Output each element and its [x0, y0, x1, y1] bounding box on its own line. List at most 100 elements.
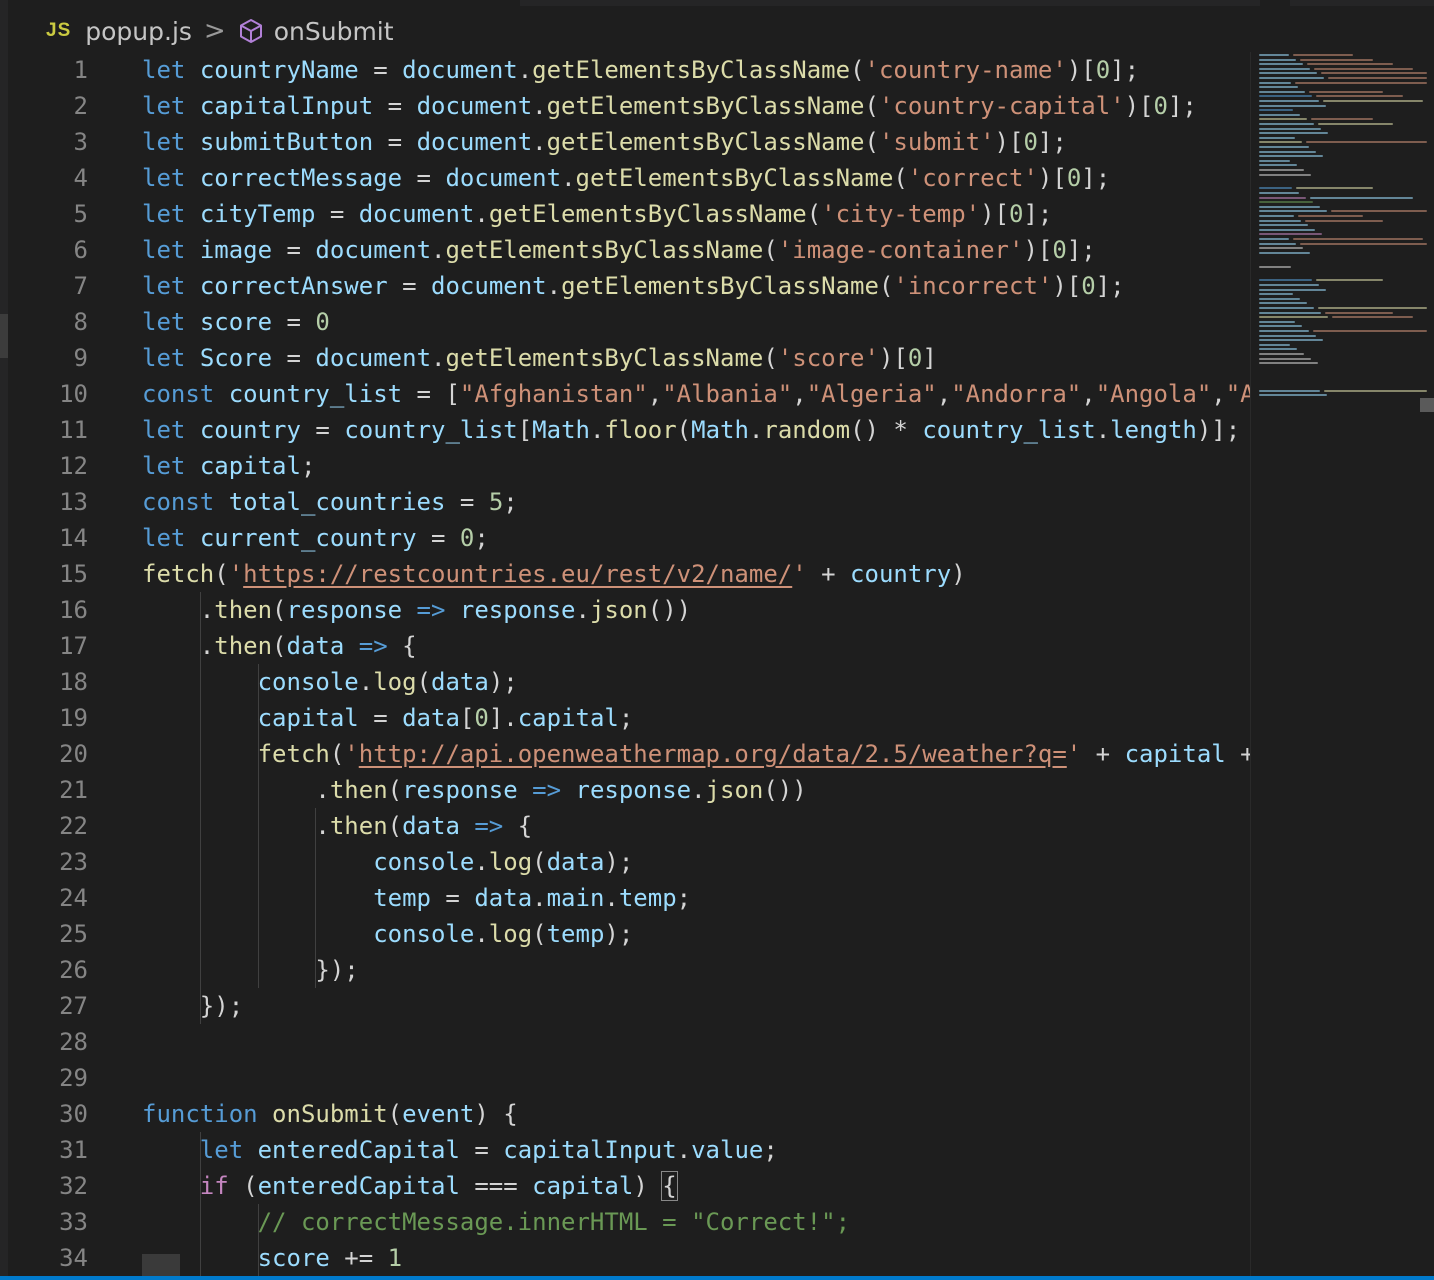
code-token: (: [532, 920, 547, 948]
code-line[interactable]: 20 fetch('http://api.openweathermap.org/…: [0, 736, 1250, 772]
code-line[interactable]: 14 let current_country = 0;: [0, 520, 1250, 556]
code-line[interactable]: 4 let correctMessage = document.getElemen…: [0, 160, 1250, 196]
code-line[interactable]: 1 let countryName = document.getElementsB…: [0, 52, 1250, 88]
minimap[interactable]: [1250, 52, 1434, 1280]
minimap-line: [1259, 288, 1326, 291]
code-token: data: [546, 848, 605, 876]
minimap-line: [1259, 210, 1327, 213]
code-text: score += 1: [142, 1240, 403, 1276]
code-text: const country_list = ["Afghanistan","Alb…: [142, 376, 1250, 412]
code-line[interactable]: 31 let enteredCapital = capitalInput.val…: [0, 1132, 1250, 1168]
javascript-file-icon: JS: [46, 20, 72, 41]
code-line[interactable]: 25 console.log(temp);: [0, 916, 1250, 952]
code-line[interactable]: 19 capital = data[0].capital;: [0, 700, 1250, 736]
indent-guide: [257, 1204, 259, 1276]
code-token: onSubmit: [272, 1100, 388, 1128]
code-line[interactable]: 9 let Score = document.getElementsByClass…: [0, 340, 1250, 376]
code-line[interactable]: 22 .then(data => {: [0, 808, 1250, 844]
code-line[interactable]: 10 const country_list = ["Afghanistan","A…: [0, 376, 1250, 412]
code-line[interactable]: 18 console.log(data);: [0, 664, 1250, 700]
code-line[interactable]: 21 .then(response => response.json()): [0, 772, 1250, 808]
code-token: data: [402, 812, 460, 840]
code-line[interactable]: 24 temp = data.main.temp;: [0, 880, 1250, 916]
code-line[interactable]: 16 .then(response => response.json()): [0, 592, 1250, 628]
code-line[interactable]: 2 let capitalInput = document.getElements…: [0, 88, 1250, 124]
code-token: )[: [994, 128, 1024, 156]
code-line[interactable]: 12 let capital;: [0, 448, 1250, 484]
code-token: correctMessage: [199, 164, 403, 192]
code-token: score: [257, 1244, 330, 1272]
code-line[interactable]: 11 let country = country_list[Math.floor(…: [0, 412, 1250, 448]
code-token: ;: [300, 452, 316, 480]
code-token: length: [1110, 416, 1197, 444]
code-line[interactable]: 33 // correctMessage.innerHTML = "Correc…: [0, 1204, 1250, 1240]
minimap-line: [1259, 132, 1328, 135]
code-token: 0: [1066, 164, 1082, 192]
code-token: Math: [691, 416, 749, 444]
code-token: temp: [546, 920, 605, 948]
code-token: let: [142, 236, 186, 264]
code-line[interactable]: 28: [0, 1024, 1250, 1060]
minimap-line: [1259, 54, 1289, 56]
code-line[interactable]: 8 let score = 0: [0, 304, 1250, 340]
code-token: =: [272, 308, 316, 336]
minimap-line: [1311, 118, 1373, 121]
minimap-line: [1316, 95, 1403, 98]
code-line[interactable]: 30 function onSubmit(event) {: [0, 1096, 1250, 1132]
code-line[interactable]: 23 console.log(data);: [0, 844, 1250, 880]
line-number: 20: [59, 740, 88, 768]
code-line[interactable]: 3 let submitButton = document.getElements…: [0, 124, 1250, 160]
code-token: =: [430, 884, 475, 912]
code-token: 0: [1081, 272, 1096, 300]
code-editor[interactable]: 1 let countryName = document.getElementsB…: [0, 52, 1250, 1280]
code-text: let current_country = 0;: [142, 520, 489, 556]
code-line[interactable]: 34 score += 1: [0, 1240, 1250, 1276]
code-token: console: [373, 920, 475, 948]
code-line[interactable]: 15 fetch('https://restcountries.eu/rest/v…: [0, 556, 1250, 592]
scrollbar-thumb[interactable]: [1420, 398, 1434, 412]
code-line[interactable]: 27 });: [0, 988, 1250, 1024]
code-token: ()): [647, 596, 692, 624]
code-text: });: [142, 988, 243, 1024]
code-token: .: [142, 776, 330, 804]
minimap-line: [1295, 81, 1427, 84]
code-token: .: [532, 128, 547, 156]
code-token: .: [142, 596, 215, 624]
code-line[interactable]: 6 let image = document.getElementsByClass…: [0, 232, 1250, 268]
code-token: if: [199, 1172, 229, 1200]
code-line[interactable]: 32 if (enteredCapital === capital) {: [0, 1168, 1250, 1204]
code-token: getElementsByClassName: [532, 56, 851, 84]
minimap-line: [1331, 210, 1427, 213]
code-line[interactable]: 5 let cityTemp = document.getElementsByCl…: [0, 196, 1250, 232]
line-number: 11: [59, 416, 88, 444]
code-line[interactable]: 7 let correctAnswer = document.getElement…: [0, 268, 1250, 304]
code-token: let: [142, 308, 186, 336]
code-token: .: [604, 884, 619, 912]
breadcrumb-file[interactable]: popup.js: [85, 17, 192, 46]
code-line[interactable]: 26 });: [0, 952, 1250, 988]
status-bar-edge: [0, 1276, 1434, 1280]
breadcrumb-symbol[interactable]: onSubmit: [274, 17, 394, 46]
indent-guide: [199, 1132, 201, 1276]
code-line[interactable]: 17 .then(data => {: [0, 628, 1250, 664]
code-token: ()): [763, 776, 807, 804]
code-token: .: [474, 200, 489, 228]
line-number: 22: [59, 812, 88, 840]
code-token: random: [763, 416, 851, 444]
code-token: .: [691, 776, 706, 804]
code-token: then: [329, 812, 388, 840]
code-line[interactable]: 29: [0, 1060, 1250, 1096]
code-token: );: [604, 848, 634, 876]
code-line[interactable]: 13 const total_countries = 5;: [0, 484, 1250, 520]
code-token: let: [142, 344, 186, 372]
code-token: "Afghanistan": [459, 380, 648, 408]
line-number: 26: [59, 956, 88, 984]
code-token: .: [431, 236, 446, 264]
code-token: let: [142, 128, 186, 156]
code-token: (: [532, 848, 547, 876]
